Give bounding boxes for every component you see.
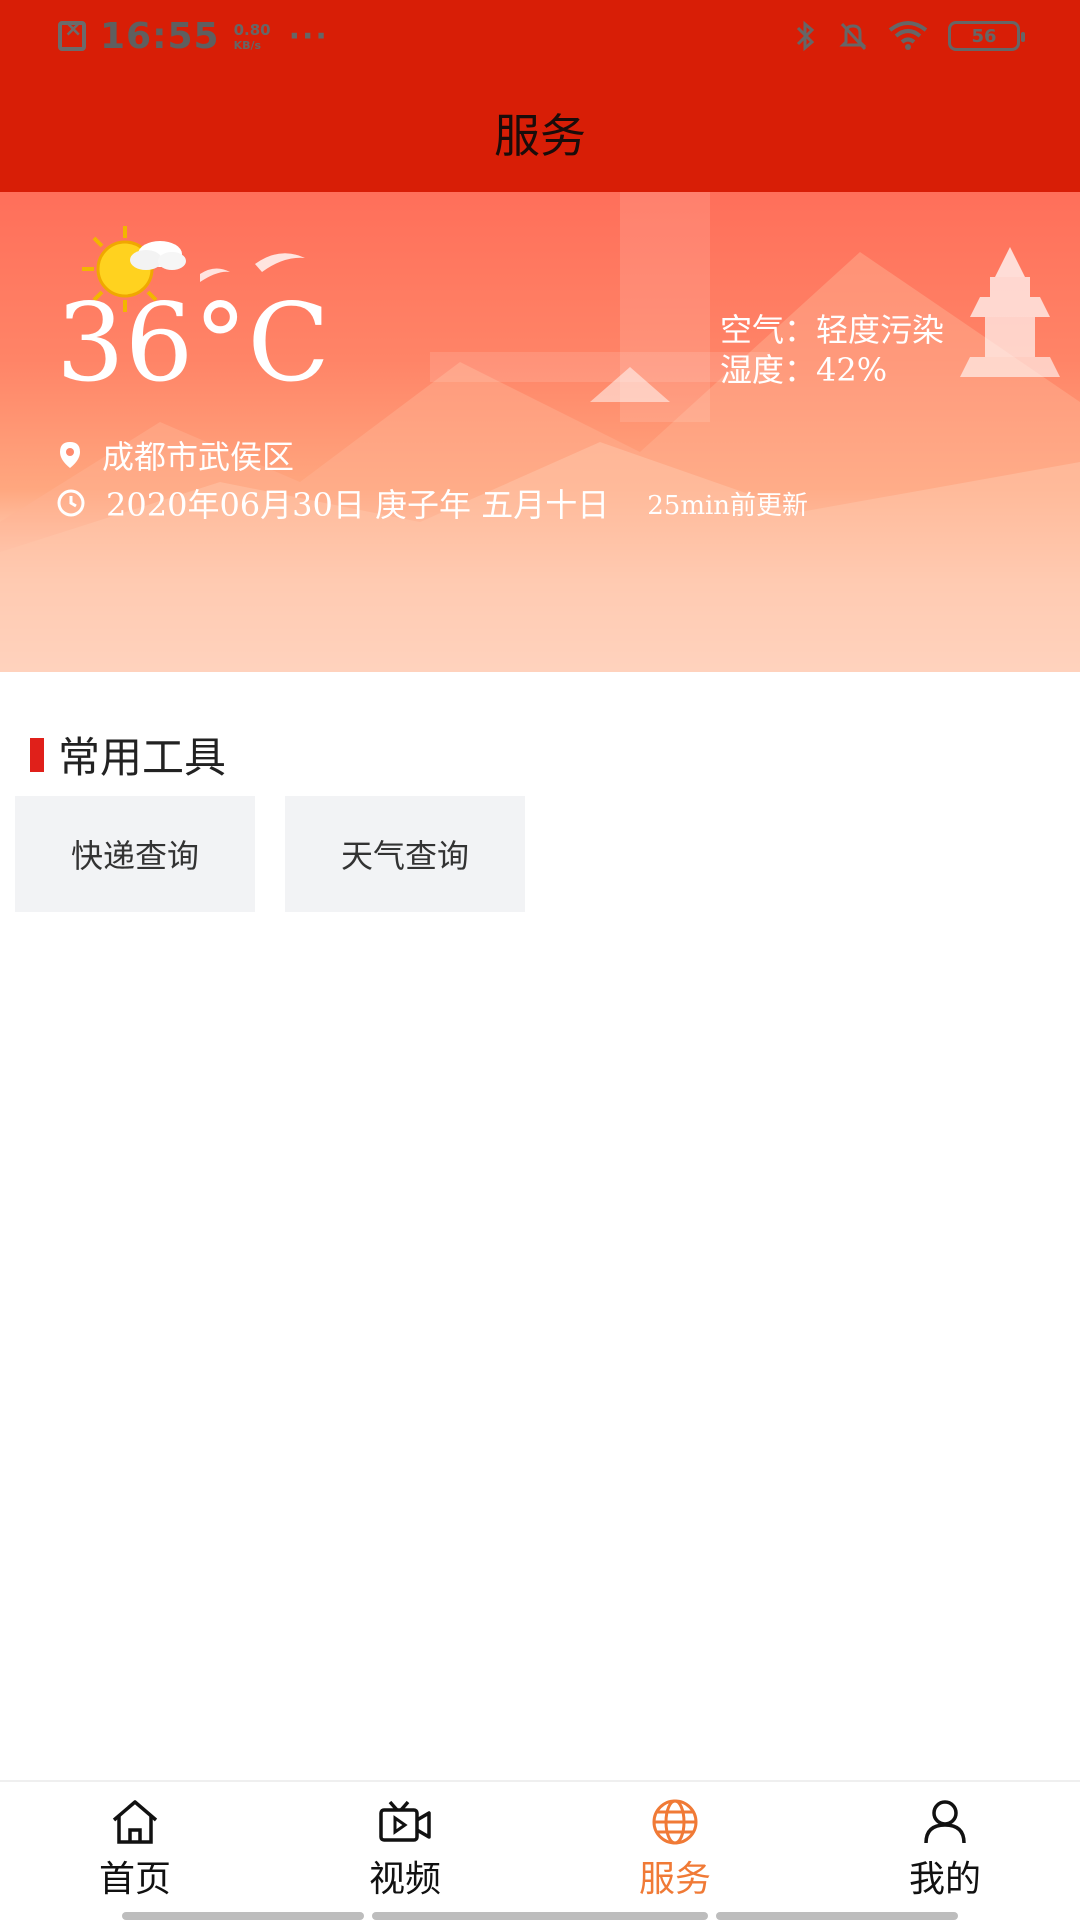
status-left: 16:55 0.80 KB/s ··· [58, 14, 329, 58]
nav-label-home: 首页 [98, 1859, 171, 1900]
tools-section-title: 常用工具 [30, 724, 226, 785]
status-right: 56 [794, 18, 1025, 54]
wifi-icon [888, 20, 928, 52]
humidity: 湿度：42% [720, 351, 888, 389]
air-info: 空气：轻度污染 湿度：42% [720, 310, 944, 390]
date-row: 2020年06月30日 庚子年 五月十日 25min前更新 [56, 480, 808, 526]
section-accent-bar [30, 737, 44, 772]
update-time: 25min前更新 [647, 490, 809, 521]
section-title-text: 常用工具 [58, 733, 227, 782]
express-query-button[interactable]: 快递查询 [15, 796, 255, 912]
globe-icon [652, 1799, 698, 1845]
home-icon [112, 1800, 158, 1844]
mute-bell-icon [838, 20, 868, 52]
temperature: 36°C [56, 281, 331, 406]
page-title: 服务 [494, 109, 586, 163]
gesture-bar-center[interactable] [372, 1912, 708, 1920]
gesture-bar-right [716, 1912, 958, 1920]
bottom-nav: 首页 视频 服务 我的 [0, 1780, 1080, 1920]
location-text: 成都市武侯区 [102, 438, 295, 476]
location-pin-icon [60, 442, 80, 468]
tools-grid: 快递查询 天气查询 [15, 796, 525, 912]
nav-item-service[interactable]: 服务 [540, 1782, 810, 1920]
status-bar: 16:55 0.80 KB/s ··· 56 [0, 0, 1080, 72]
battery-level: 56 [971, 25, 997, 47]
more-notifications-icon: ··· [288, 18, 329, 54]
video-icon [379, 1800, 431, 1842]
date-text: 2020年06月30日 庚子年 五月十日 [106, 486, 610, 524]
net-speed-value: 0.80 [233, 20, 271, 39]
gesture-bar-left [122, 1912, 364, 1920]
battery-icon: 56 [948, 21, 1025, 51]
air-quality: 空气：轻度污染 [720, 311, 945, 349]
weather-card[interactable]: 36°C 空气：轻度污染 湿度：42% 成都市武侯区 2020年06月30日 庚… [0, 192, 1080, 672]
location-row: 成都市武侯区 [58, 432, 294, 478]
net-speed: 0.80 KB/s [234, 21, 271, 52]
nav-item-video[interactable]: 视频 [270, 1782, 540, 1920]
app-header: 16:55 0.80 KB/s ··· 56 服务 [0, 0, 1080, 192]
nav-label-video: 视频 [368, 1859, 441, 1900]
no-sim-icon [58, 17, 86, 51]
net-speed-unit: KB/s [233, 38, 262, 52]
nav-item-mine[interactable]: 我的 [810, 1782, 1080, 1920]
nav-label-service: 服务 [638, 1859, 711, 1900]
bluetooth-icon [794, 20, 818, 52]
clock-icon [57, 489, 85, 517]
status-time: 16:55 [100, 15, 220, 57]
nav-item-home[interactable]: 首页 [0, 1782, 270, 1920]
user-icon [924, 1800, 966, 1844]
weather-query-button[interactable]: 天气查询 [285, 796, 525, 912]
nav-label-mine: 我的 [908, 1859, 981, 1900]
